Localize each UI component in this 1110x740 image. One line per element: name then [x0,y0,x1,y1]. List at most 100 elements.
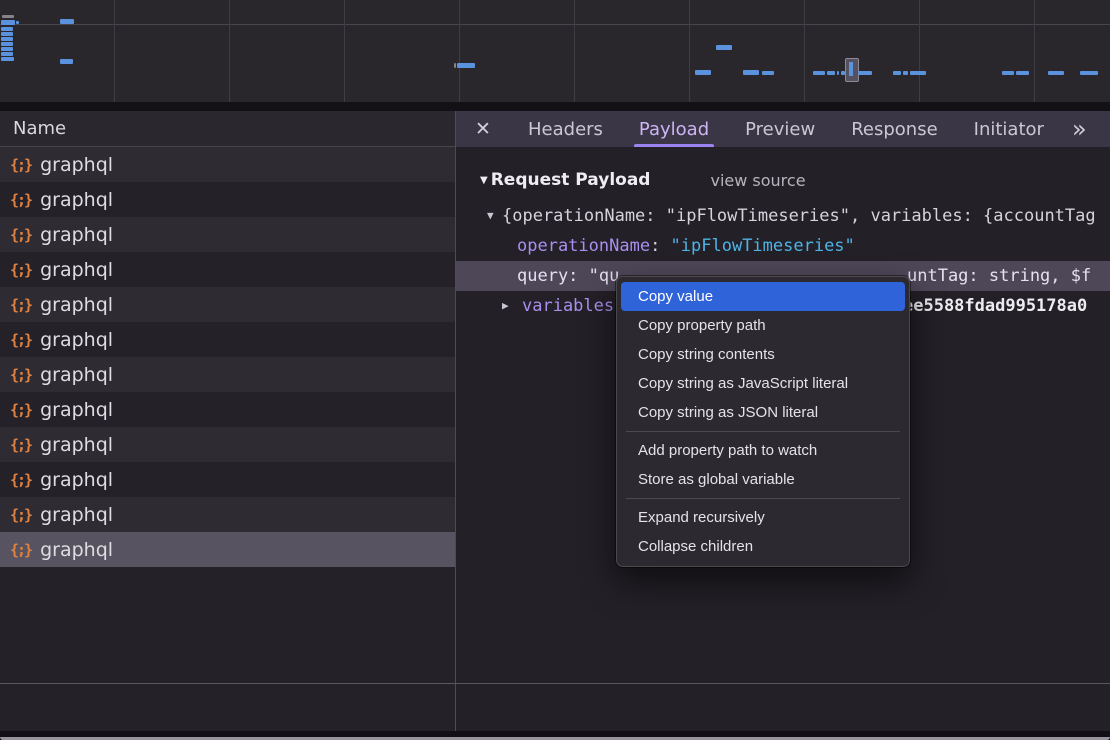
request-row[interactable]: {;}graphql [0,392,455,427]
request-name: graphql [40,504,113,526]
request-row[interactable]: {;}graphql [0,532,455,567]
json-braces-icon: {;} [10,331,31,349]
menu-separator [626,498,900,499]
request-row[interactable]: {;} graphql [0,322,455,357]
name-column-header[interactable]: Name [0,111,455,147]
tree-text-segment: query: "qu [517,266,619,286]
json-braces-icon: {;} [10,296,31,314]
request-row[interactable]: {;}graphql [0,182,455,217]
tab-payload[interactable]: Payload [621,111,727,147]
timeline-bar [60,59,73,64]
json-braces-icon: {;} [10,226,31,244]
collapse-arrow-icon[interactable]: ▼ [487,201,494,231]
json-braces-icon: {;} [10,436,31,454]
timeline-bar [858,71,872,75]
tree-text-segment: operationName [517,236,650,256]
timeline-bar [1016,71,1029,75]
timeline-bar [910,71,926,75]
timeline-bar [837,71,839,75]
tab-response[interactable]: Response [833,111,955,147]
payload-tree-row[interactable]: ▼ {operationName: "ipFlowTimeseries", var… [456,201,1110,231]
request-name: graphql [40,469,113,491]
overview-gridline [344,0,345,102]
overview-gridline [1034,0,1035,102]
request-name: graphql [40,364,113,386]
tree-row-text-right: ee5588fdad995178a0 [903,291,1087,321]
timeline-bar [893,71,901,75]
menu-item-copy-string-contents[interactable]: Copy string contents [621,340,905,369]
timeline-bar [1,37,13,41]
timeline-bar [1,47,13,51]
request-name: graphql [40,259,113,281]
request-payload-section-header: ▼ Request Payload view source [456,165,1110,195]
menu-item-add-property-path-to-watch[interactable]: Add property path to watch [621,436,905,465]
timeline-bar [457,63,475,68]
request-row[interactable]: {;}graphql [0,147,455,182]
request-row[interactable]: {;}graphql [0,497,455,532]
network-overview-timeline[interactable] [0,0,1110,102]
menu-item-copy-value[interactable]: Copy value [621,282,905,311]
tree-text-segment: : [650,236,670,256]
timeline-bar [903,71,908,75]
request-row[interactable]: {;} graphql [0,462,455,497]
summary-separator [0,683,1110,684]
timeline-bar [827,71,835,75]
expand-arrow-icon[interactable]: ▶ [502,291,509,321]
overview-gridline [114,0,115,102]
overview-gridline [574,0,575,102]
request-list: {;} graphql {;} graphql {;} graphql {;} graphql… [0,147,455,567]
network-requests-panel: Name {;}graphql{;}graphql{;}graphql{;}gr… [0,111,455,731]
section-title: Request Payload [491,170,651,190]
request-row[interactable]: {;}graphql [0,217,455,252]
json-braces-icon: {;} [10,366,31,384]
menu-item-copy-property-path[interactable]: Copy property path [621,311,905,340]
close-icon[interactable]: ✕ [470,118,496,140]
more-tabs-icon[interactable]: » [1072,111,1087,147]
menu-item-copy-string-as-json-literal[interactable]: Copy string as JSON literal [621,398,905,427]
details-tabbar: ✕ HeadersPayloadPreviewResponseInitiator… [456,111,1110,147]
timeline-bar [743,70,759,75]
request-name: graphql [40,294,113,316]
request-row[interactable]: {;} graphql [0,357,455,392]
timeline-bar [16,21,19,24]
json-braces-icon: {;} [10,191,31,209]
overview-gridline [919,0,920,102]
tree-text-segment: "ipFlowTimeseries" [671,236,855,256]
timeline-bar [1,27,13,31]
timeline-bar [1002,71,1014,75]
timeline-bar [813,71,825,75]
menu-item-copy-string-as-javascript-literal[interactable]: Copy string as JavaScript literal [621,369,905,398]
json-braces-icon: {;} [10,401,31,419]
context-menu: Copy valueCopy property pathCopy string … [616,276,910,567]
json-braces-icon: {;} [10,471,31,489]
timeline-bar [2,15,14,18]
request-row[interactable]: {;}graphql [0,252,455,287]
tree-row-text: query: "qu [517,261,619,291]
payload-tree-row[interactable]: operationName: "ipFlowTimeseries" [456,231,1110,261]
overview-separator [0,102,1110,111]
tab-initiator[interactable]: Initiator [956,111,1062,147]
timeline-bar [1,42,13,46]
request-name: graphql [40,539,113,561]
menu-item-store-as-global-variable[interactable]: Store as global variable [621,465,905,494]
overview-gridline [229,0,230,102]
overview-gridline [689,0,690,102]
overview-selection-bar [849,62,853,76]
overview-gridline [459,0,460,102]
request-row[interactable]: {;}graphql [0,427,455,462]
request-name: graphql [40,154,113,176]
request-name: graphql [40,329,113,351]
tree-row-text-right: untTag: string, $f [907,261,1091,291]
menu-item-collapse-children[interactable]: Collapse children [621,532,905,561]
timeline-bar [716,45,732,50]
tree-text-segment: {operationName: "ipFlowTimeseries", vari… [502,206,1096,226]
menu-item-expand-recursively[interactable]: Expand recursively [621,503,905,532]
timeline-bar [1,52,13,56]
section-collapse-icon[interactable]: ▼ [480,175,488,186]
tab-headers[interactable]: Headers [510,111,621,147]
request-row[interactable]: {;} graphql [0,287,455,322]
view-source-link[interactable]: view source [710,171,805,190]
tab-preview[interactable]: Preview [727,111,833,147]
timeline-bar [1,20,15,25]
tree-row-text: operationName: "ipFlowTimeseries" [517,231,855,261]
